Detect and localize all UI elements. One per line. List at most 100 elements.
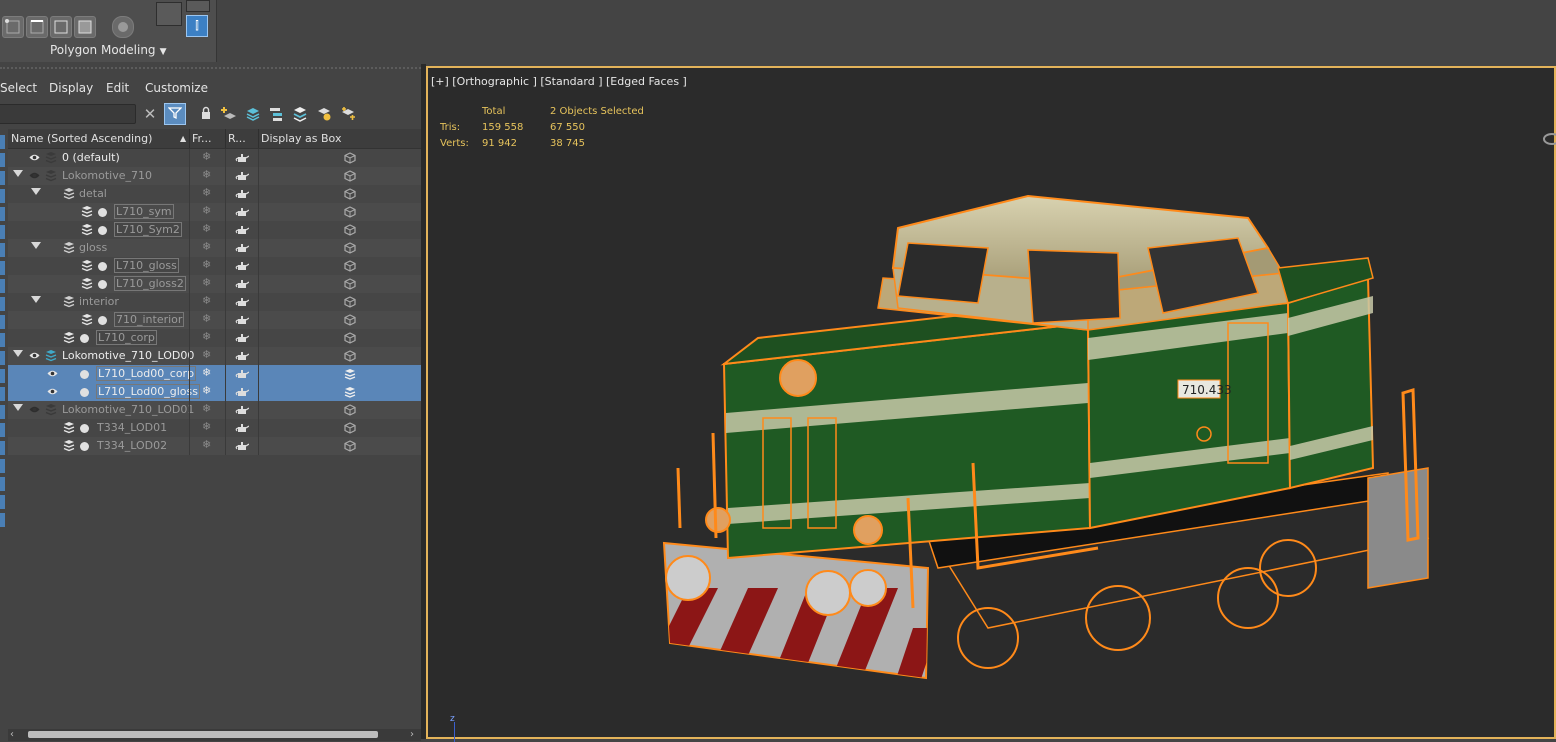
render-teapot-icon[interactable] <box>235 386 250 398</box>
display-as-box-icon[interactable] <box>344 260 356 272</box>
polygon-icon[interactable] <box>74 16 96 38</box>
tree-row[interactable]: L710_Sym2 ❄ <box>8 221 421 239</box>
freeze-icon[interactable]: ❄ <box>202 240 211 253</box>
freeze-icon[interactable]: ❄ <box>202 420 211 433</box>
menu-display[interactable]: Display <box>49 81 93 95</box>
freeze-icon[interactable]: ❄ <box>202 294 211 307</box>
row-name[interactable]: L710_sym <box>114 204 174 219</box>
freeze-icon[interactable]: ❄ <box>202 168 211 181</box>
render-teapot-icon[interactable] <box>235 170 250 182</box>
hierarchy-icon[interactable] <box>266 104 286 124</box>
menu-select[interactable]: Select <box>0 81 37 95</box>
column-display-as-box[interactable]: Display as Box <box>261 132 341 145</box>
tree-row[interactable]: detal ❄ <box>8 185 421 203</box>
display-as-box-icon[interactable] <box>344 278 356 290</box>
row-name[interactable]: Lokomotive_710_LOD01 <box>62 403 194 416</box>
layers-icon[interactable] <box>243 104 263 124</box>
tree-row[interactable]: L710_gloss ❄ <box>8 257 421 275</box>
expand-arrow-icon[interactable] <box>31 242 41 249</box>
freeze-icon[interactable]: ❄ <box>202 204 211 217</box>
vertex-icon[interactable] <box>2 16 24 38</box>
element-icon[interactable] <box>112 16 134 38</box>
row-name[interactable]: L710_Sym2 <box>114 222 182 237</box>
freeze-icon[interactable]: ❄ <box>202 222 211 235</box>
helper-icon[interactable] <box>338 104 358 124</box>
visibility-eye-icon[interactable] <box>47 387 58 396</box>
display-as-box-icon[interactable] <box>344 440 356 452</box>
render-teapot-icon[interactable] <box>235 260 250 272</box>
menu-customize[interactable]: Customize <box>145 81 208 95</box>
expand-arrow-icon[interactable] <box>13 170 23 177</box>
row-name[interactable]: Lokomotive_710 <box>62 169 152 182</box>
display-as-box-icon[interactable] <box>344 350 356 362</box>
display-as-box-icon[interactable] <box>344 206 356 218</box>
display-as-box-icon[interactable] <box>344 404 356 416</box>
freeze-icon[interactable]: ❄ <box>202 312 211 325</box>
freeze-icon[interactable]: ❄ <box>202 258 211 271</box>
row-name[interactable]: L710_corp <box>96 330 157 345</box>
menu-edit[interactable]: Edit <box>106 81 129 95</box>
visibility-eye-icon[interactable] <box>47 369 58 378</box>
tree-row[interactable]: Lokomotive_710_LOD01 ❄ <box>8 401 421 419</box>
render-teapot-icon[interactable] <box>235 368 250 380</box>
scroll-right-icon[interactable]: › <box>410 729 414 740</box>
tree-row[interactable]: L710_gloss2 ❄ <box>8 275 421 293</box>
freeze-icon[interactable]: ❄ <box>202 150 211 163</box>
row-name[interactable]: T334_LOD01 <box>97 421 167 434</box>
display-as-box-icon[interactable] <box>344 224 356 236</box>
render-teapot-icon[interactable] <box>235 296 250 308</box>
freeze-icon[interactable]: ❄ <box>202 438 211 451</box>
tree-row[interactable]: L710_Lod00_corp ❄ <box>8 365 421 383</box>
tree-row[interactable]: L710_sym ❄ <box>8 203 421 221</box>
row-name[interactable]: L710_gloss2 <box>114 276 186 291</box>
tree-row[interactable]: Lokomotive_710 ❄ <box>8 167 421 185</box>
render-teapot-icon[interactable] <box>235 224 250 236</box>
viewport-label-menu[interactable]: [+] [Orthographic ] [Standard ] [Edged F… <box>431 75 687 88</box>
expand-arrow-icon[interactable] <box>31 296 41 303</box>
tree-row[interactable]: L710_Lod00_gloss ❄ <box>8 383 421 401</box>
row-name[interactable]: Lokomotive_710_LOD00 <box>62 349 194 362</box>
render-teapot-icon[interactable] <box>235 242 250 254</box>
display-as-box-icon[interactable] <box>344 332 356 344</box>
row-name[interactable]: L710_Lod00_gloss <box>96 384 200 399</box>
render-teapot-icon[interactable] <box>235 332 250 344</box>
render-teapot-icon[interactable] <box>235 422 250 434</box>
render-teapot-icon[interactable] <box>235 404 250 416</box>
visibility-eye-icon[interactable] <box>29 171 40 180</box>
pin-icon[interactable] <box>186 0 210 12</box>
row-name[interactable]: 0 (default) <box>62 151 120 164</box>
expand-arrow-icon[interactable] <box>13 404 23 411</box>
column-name[interactable]: Name (Sorted Ascending) <box>11 132 152 145</box>
display-as-box-icon[interactable] <box>344 314 356 326</box>
freeze-icon[interactable]: ❄ <box>202 276 211 289</box>
lock-icon[interactable] <box>196 104 216 124</box>
display-as-box-icon[interactable] <box>344 386 356 398</box>
column-render[interactable]: R... <box>228 132 246 145</box>
search-input[interactable] <box>0 104 136 124</box>
border-icon[interactable] <box>50 16 72 38</box>
explorer-horizontal-scrollbar[interactable]: ‹ › <box>8 729 421 741</box>
show-end-result-icon[interactable]: ⫿ <box>186 15 208 37</box>
row-name[interactable]: L710_gloss <box>114 258 179 273</box>
modify-stack-icon[interactable] <box>156 2 182 26</box>
expand-arrow-icon[interactable] <box>13 350 23 357</box>
light-icon[interactable] <box>314 104 334 124</box>
display-as-box-icon[interactable] <box>344 242 356 254</box>
tree-row[interactable]: L710_corp ❄ <box>8 329 421 347</box>
layer-stack-icon[interactable] <box>290 104 310 124</box>
scrollbar-thumb[interactable] <box>28 731 378 738</box>
freeze-icon[interactable]: ❄ <box>202 384 211 397</box>
tree-row[interactable]: Lokomotive_710_LOD00 ❄ <box>8 347 421 365</box>
tree-row[interactable]: gloss ❄ <box>8 239 421 257</box>
display-as-box-icon[interactable] <box>344 368 356 380</box>
display-as-box-icon[interactable] <box>344 188 356 200</box>
polygon-modeling-dropdown[interactable]: Polygon Modeling ▼ <box>50 43 166 57</box>
visibility-eye-icon[interactable] <box>29 405 40 414</box>
freeze-icon[interactable]: ❄ <box>202 366 211 379</box>
render-teapot-icon[interactable] <box>235 314 250 326</box>
render-teapot-icon[interactable] <box>235 278 250 290</box>
tree-row[interactable]: 0 (default) ❄ <box>8 149 421 167</box>
scroll-left-icon[interactable]: ‹ <box>10 729 14 740</box>
render-teapot-icon[interactable] <box>235 152 250 164</box>
freeze-icon[interactable]: ❄ <box>202 402 211 415</box>
